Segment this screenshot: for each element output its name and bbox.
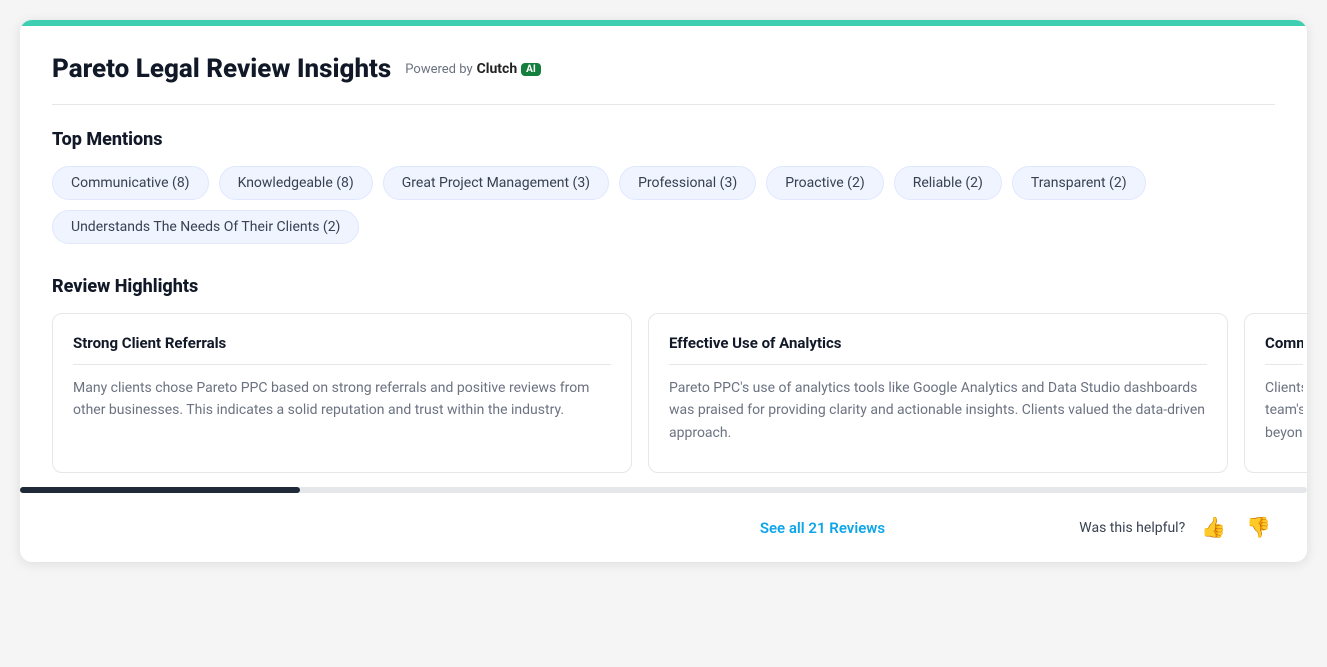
tag-great-pm[interactable]: Great Project Management (3)	[383, 166, 609, 200]
powered-by-section: Powered by Clutch AI	[405, 61, 541, 77]
main-body: Top Mentions Communicative (8) Knowledge…	[52, 129, 1275, 473]
powered-by-label: Powered by	[405, 62, 472, 77]
scroll-thumb[interactable]	[20, 487, 300, 493]
page-header: Pareto Legal Review Insights Powered by …	[52, 54, 1275, 105]
top-mentions-title: Top Mentions	[52, 129, 1307, 150]
page-footer: See all 21 Reviews Was this helpful? 👍 👎	[20, 493, 1307, 562]
tag-proactive[interactable]: Proactive (2)	[766, 166, 883, 200]
helpful-section: Was this helpful? 👍 👎	[1079, 511, 1275, 544]
highlight-card-1-title: Strong Client Referrals	[73, 334, 611, 365]
main-card: Pareto Legal Review Insights Powered by …	[20, 20, 1307, 562]
highlight-card-1: Strong Client Referrals Many clients cho…	[52, 313, 632, 473]
helpful-label: Was this helpful?	[1079, 520, 1185, 536]
highlight-card-3-partial: Comm Clientsteam'sbeyond	[1244, 313, 1307, 473]
highlight-card-2-text: Pareto PPC's use of analytics tools like…	[669, 377, 1207, 444]
highlight-card-2: Effective Use of Analytics Pareto PPC's …	[648, 313, 1228, 473]
see-all-reviews-link[interactable]: See all 21 Reviews	[566, 519, 1080, 537]
highlight-card-1-text: Many clients chose Pareto PPC based on s…	[73, 377, 611, 422]
scroll-track	[20, 487, 1307, 493]
highlight-card-3-title: Comm	[1265, 334, 1303, 365]
tag-communicative[interactable]: Communicative (8)	[52, 166, 209, 200]
page-title: Pareto Legal Review Insights	[52, 54, 391, 84]
tag-knowledgeable[interactable]: Knowledgeable (8)	[219, 166, 373, 200]
highlights-row: Strong Client Referrals Many clients cho…	[52, 313, 1307, 473]
scroll-bar-area	[20, 473, 1307, 493]
highlight-card-2-title: Effective Use of Analytics	[669, 334, 1207, 365]
tag-reliable[interactable]: Reliable (2)	[894, 166, 1002, 200]
left-section: Top Mentions Communicative (8) Knowledge…	[52, 129, 1307, 473]
thumbs-down-button[interactable]: 👎	[1242, 511, 1275, 544]
highlight-card-3-text: Clientsteam'sbeyond	[1265, 377, 1303, 444]
ai-badge: AI	[521, 63, 541, 76]
thumbs-up-icon: 👍	[1201, 517, 1226, 539]
review-highlights-title: Review Highlights	[52, 276, 1307, 297]
clutch-logo-text: Clutch	[477, 61, 518, 77]
tag-transparent[interactable]: Transparent (2)	[1012, 166, 1146, 200]
tag-professional[interactable]: Professional (3)	[619, 166, 756, 200]
tag-understands[interactable]: Understands The Needs Of Their Clients (…	[52, 210, 359, 244]
thumbs-up-button[interactable]: 👍	[1197, 511, 1230, 544]
thumbs-down-icon: 👎	[1246, 517, 1271, 539]
tags-container: Communicative (8) Knowledgeable (8) Grea…	[52, 166, 1307, 244]
